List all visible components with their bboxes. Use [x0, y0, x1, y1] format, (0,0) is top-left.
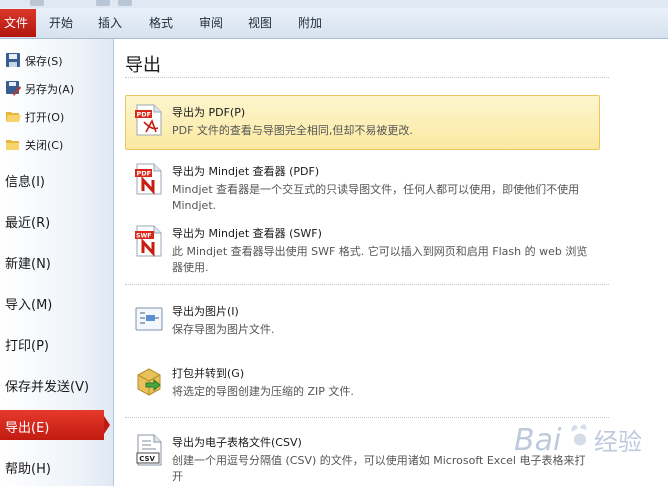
export-pdf-desc: PDF 文件的查看与导图完全相同,但却不易被更改.	[172, 124, 413, 137]
save-as-icon	[6, 81, 21, 96]
nav-save-and-send[interactable]: 保存并发送(V)	[0, 369, 113, 399]
tab-view[interactable]: 视图	[248, 8, 272, 38]
package-title: 打包并转到(G)	[172, 367, 245, 380]
package-and-send-option[interactable]: 打包并转到(G) 将选定的导图创建为压缩的 ZIP 文件.	[125, 356, 600, 408]
export-image-desc: 保存导图为图片文件.	[172, 323, 275, 336]
nav-export[interactable]: 导出(E)	[0, 410, 104, 440]
nav-help[interactable]: 帮助(H)	[0, 451, 113, 481]
nav-recent[interactable]: 最近(R)	[0, 205, 113, 235]
tab-home[interactable]: 开始	[49, 8, 73, 38]
nav-info[interactable]: 信息(I)	[0, 164, 113, 194]
tab-file[interactable]: 文件	[0, 9, 36, 37]
package-zip-icon	[137, 368, 161, 396]
nav-export-label: 导出(E)	[5, 421, 50, 436]
export-mindjet-swf-option[interactable]: SWF 导出为 Mindjet 查看器 (SWF) 此 Mindjet 查看器导…	[125, 216, 600, 278]
svg-text:PDF: PDF	[137, 111, 152, 119]
export-mindjet-pdf-option[interactable]: PDF 导出为 Mindjet 查看器 (PDF) Mindjet 查看器是一个…	[125, 154, 600, 212]
export-mindjet-pdf-desc: Mindjet 查看器是一个交互式的只读导图文件，任何人都可以使用，即使他们不使…	[172, 183, 580, 212]
tab-review[interactable]: 审阅	[199, 8, 223, 38]
redo-quick-icon[interactable]	[118, 0, 132, 6]
export-mindjet-pdf-title: 导出为 Mindjet 查看器 (PDF)	[172, 165, 320, 178]
tab-addins[interactable]: 附加	[298, 8, 322, 38]
svg-text:PDF: PDF	[137, 170, 152, 178]
ribbon-tab-bar: 文件 开始 插入 格式 审阅 视图 附加	[0, 8, 668, 39]
quick-access-toolbar	[0, 0, 668, 8]
undo-quick-icon[interactable]	[96, 0, 110, 6]
nav-open[interactable]: 打开(O)	[0, 103, 113, 129]
nav-print-label: 打印(P)	[5, 339, 49, 354]
package-desc: 将选定的导图创建为压缩的 ZIP 文件.	[172, 385, 354, 398]
nav-import-label: 导入(M)	[5, 298, 53, 313]
nav-save-and-send-label: 保存并发送(V)	[5, 380, 90, 395]
nav-new[interactable]: 新建(N)	[0, 246, 113, 276]
backstage-nav: 保存(S) 另存为(A) 打开(O) 关闭(C) 信息(I) 最近(R) 新建(…	[0, 39, 114, 486]
nav-save-label: 保存(S)	[25, 55, 63, 68]
nav-info-label: 信息(I)	[5, 175, 45, 190]
nav-save-as[interactable]: 另存为(A)	[0, 75, 113, 101]
nav-save[interactable]: 保存(S)	[0, 47, 113, 73]
nav-new-label: 新建(N)	[5, 257, 51, 272]
pdf-adobe-icon: PDF	[135, 104, 162, 136]
export-csv-title: 导出为电子表格文件(CSV)	[172, 436, 302, 449]
export-mindjet-swf-title: 导出为 Mindjet 查看器 (SWF)	[172, 227, 322, 240]
nav-recent-label: 最近(R)	[5, 216, 51, 231]
csv-file-icon: CSV	[136, 434, 162, 466]
svg-text:SWF: SWF	[136, 233, 152, 240]
selected-arrow-indicator	[104, 416, 110, 434]
save-icon	[6, 53, 20, 67]
svg-text:Bai: Bai	[514, 423, 562, 458]
nav-print[interactable]: 打印(P)	[0, 328, 113, 358]
svg-text:CSV: CSV	[139, 455, 155, 463]
divider	[125, 77, 609, 78]
baidu-watermark-logo: Bai 经验	[514, 423, 642, 458]
pdf-mindjet-icon: PDF	[135, 163, 162, 195]
export-pdf-title: 导出为 PDF(P)	[172, 106, 246, 119]
image-export-icon	[135, 307, 163, 331]
export-mindjet-swf-desc: 此 Mindjet 查看器导出使用 SWF 格式. 它可以插入到网页和启用 Fl…	[172, 245, 588, 274]
export-image-option[interactable]: 导出为图片(I) 保存导图为图片文件.	[125, 294, 600, 346]
open-folder-icon	[6, 112, 21, 122]
nav-help-label: 帮助(H)	[5, 462, 51, 477]
save-quick-icon[interactable]	[30, 0, 44, 6]
svg-text:经验: 经验	[594, 428, 642, 456]
export-image-title: 导出为图片(I)	[172, 305, 239, 318]
export-pdf-option[interactable]: PDF 导出为 PDF(P) PDF 文件的查看与导图完全相同,但却不易被更改.	[125, 95, 600, 150]
tab-format[interactable]: 格式	[149, 8, 173, 38]
page-title: 导出	[125, 55, 161, 76]
nav-import[interactable]: 导入(M)	[0, 287, 113, 317]
nav-save-as-label: 另存为(A)	[25, 83, 75, 96]
close-folder-icon	[6, 140, 19, 150]
divider	[125, 284, 609, 285]
nav-close-label: 关闭(C)	[25, 139, 64, 152]
nav-open-label: 打开(O)	[25, 111, 65, 124]
swf-mindjet-icon: SWF	[135, 225, 162, 257]
nav-close[interactable]: 关闭(C)	[0, 131, 113, 157]
tab-insert[interactable]: 插入	[98, 8, 122, 38]
